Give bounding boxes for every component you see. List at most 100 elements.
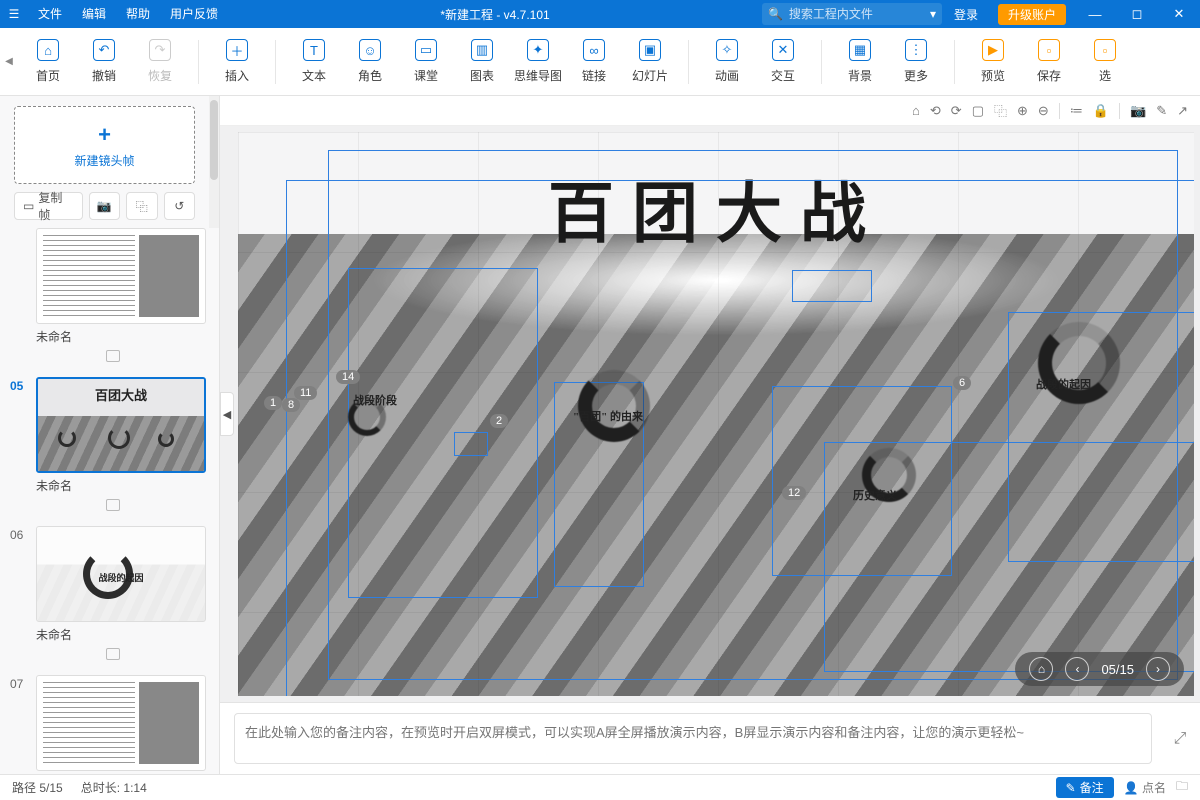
canvas-tool-icon[interactable]: ≔ — [1070, 103, 1083, 119]
sequence-badge[interactable]: 14 — [336, 370, 360, 384]
canvas-tool-icon[interactable]: ✎ — [1156, 103, 1167, 119]
notes-panel: ⤢ — [220, 702, 1200, 774]
ribbon-角色[interactable]: ☺角色 — [342, 32, 398, 92]
pager-prev-button[interactable]: ‹ — [1065, 657, 1089, 681]
new-frame-button[interactable]: + 新建镜头帧 — [14, 106, 195, 184]
canvas-node[interactable]: 战段阶段 — [353, 392, 397, 408]
menu-帮助[interactable]: 帮助 — [116, 0, 160, 28]
ribbon-预览[interactable]: ▶预览 — [965, 32, 1021, 92]
动画-icon: ✧ — [716, 39, 738, 61]
login-link[interactable]: 登录 — [942, 6, 990, 23]
new-frame-label: 新建镜头帧 — [74, 152, 134, 169]
ribbon-撤销[interactable]: ↶撤销 — [76, 32, 132, 92]
canvas-tool-icon[interactable]: ⿻ — [994, 101, 1007, 120]
ribbon-幻灯片[interactable]: ▣幻灯片 — [622, 32, 678, 92]
canvas-node[interactable]: 历史意义 — [853, 487, 897, 503]
editor-canvas[interactable]: ◀ 百团大战 — [220, 126, 1200, 702]
ribbon-交互[interactable]: ✕交互 — [755, 32, 811, 92]
ribbon-图表[interactable]: ▥图表 — [454, 32, 510, 92]
ribbon-toolbar: ◀ ⌂首页↶撤销↷恢复 ＋插入 T文本☺角色▭课堂▥图表✦思维导图∞链接▣幻灯片 ✧动… — [0, 28, 1200, 96]
ribbon-链接[interactable]: ∞链接 — [566, 32, 622, 92]
roll-call-button[interactable]: 👤 点名 — [1124, 779, 1166, 796]
canvas-tool-icon[interactable]: ↗ — [1177, 103, 1188, 119]
slide-thumbnail[interactable]: 未命名 — [10, 228, 215, 371]
恢复-icon: ↷ — [149, 39, 171, 61]
sequence-badge[interactable]: 2 — [490, 414, 508, 428]
ribbon-背景[interactable]: ▦背景 — [832, 32, 888, 92]
角色-icon: ☺ — [359, 39, 381, 61]
canvas-tool-icon[interactable]: 🔒 — [1093, 103, 1109, 119]
menu-文件[interactable]: 文件 — [28, 0, 72, 28]
search-input[interactable] — [789, 7, 924, 21]
upgrade-button[interactable]: 升级账户 — [998, 4, 1066, 25]
插入-icon: ＋ — [226, 39, 248, 61]
notes-input[interactable] — [234, 713, 1152, 764]
duration-value: 1:14 — [123, 781, 146, 795]
menu-编辑[interactable]: 编辑 — [72, 0, 116, 28]
path-label: 路径 — [12, 779, 36, 796]
canvas-tool-icon[interactable]: ⌂ — [912, 103, 920, 118]
slide-thumbnail[interactable]: 07 — [10, 675, 215, 774]
幻灯片-icon: ▣ — [639, 39, 661, 61]
notes-tab[interactable]: ✎ 备注 — [1056, 777, 1114, 798]
menu-用户反馈[interactable]: 用户反馈 — [160, 0, 228, 28]
撤销-icon: ↶ — [93, 39, 115, 61]
canvas-node[interactable]: "百团" 的由来 — [573, 408, 643, 424]
ribbon-恢复[interactable]: ↷恢复 — [132, 32, 188, 92]
ribbon-首页[interactable]: ⌂首页 — [20, 32, 76, 92]
ribbon-选[interactable]: ▫选 — [1077, 32, 1133, 92]
canvas-tool-icon[interactable]: ⟳ — [951, 103, 962, 119]
canvas-node[interactable]: 战段的起因 — [1036, 376, 1091, 392]
ribbon-保存[interactable]: ▫保存 — [1021, 32, 1077, 92]
close-button[interactable]: ✕ — [1158, 6, 1200, 22]
ribbon-更多[interactable]: ⋮更多 — [888, 32, 944, 92]
ribbon-插入[interactable]: ＋插入 — [209, 32, 265, 92]
collapse-sidebar-button[interactable]: ◀ — [220, 392, 234, 436]
window-title: *新建工程 - v4.7.101 — [228, 6, 762, 23]
sync-button[interactable]: ↺ — [164, 192, 196, 220]
app-logo-icon: ☰ — [0, 7, 28, 21]
思维导图-icon: ✦ — [527, 39, 549, 61]
slide-thumbnail[interactable]: 06战段的起因未命名 — [10, 526, 215, 669]
duration-label: 总时长: — [81, 779, 120, 796]
search-box[interactable]: 🔍 ▾ — [762, 3, 942, 25]
更多-icon: ⋮ — [905, 39, 927, 61]
保存-icon: ▫ — [1038, 39, 1060, 61]
status-bar: 路径 5/15 总时长: 1:14 ✎ 备注 👤 点名 🗀 — [0, 774, 1200, 800]
pager-home-button[interactable]: ⌂ — [1029, 657, 1053, 681]
sidebar-scrollbar[interactable] — [209, 96, 219, 228]
slide-thumbnail[interactable]: 05百团大战未命名 — [10, 377, 215, 520]
canvas-tool-icon[interactable]: ▢ — [972, 103, 984, 119]
maximize-button[interactable]: ◻ — [1116, 6, 1158, 22]
ribbon-思维导图[interactable]: ✦思维导图 — [510, 32, 566, 92]
titlebar: ☰ 文件编辑帮助用户反馈 *新建工程 - v4.7.101 🔍 ▾ 登录 升级账… — [0, 0, 1200, 28]
首页-icon: ⌂ — [37, 39, 59, 61]
sequence-badge[interactable]: 11 — [294, 386, 317, 400]
status-folder-icon[interactable]: 🗀 — [1176, 777, 1188, 798]
canvas-tool-icon[interactable]: 📷 — [1130, 103, 1146, 119]
sequence-badge[interactable]: 6 — [953, 376, 971, 390]
ribbon-课堂[interactable]: ▭课堂 — [398, 32, 454, 92]
search-icon: 🔍 — [768, 7, 783, 21]
copy-frame-button[interactable]: ▭ 复制帧 — [14, 192, 83, 220]
交互-icon: ✕ — [772, 39, 794, 61]
camera-button[interactable]: 📷 — [89, 192, 121, 220]
ribbon-动画[interactable]: ✧动画 — [699, 32, 755, 92]
ribbon-scroll-left[interactable]: ◀ — [4, 56, 14, 67]
选-icon: ▫ — [1094, 39, 1116, 61]
notes-expand-button[interactable]: ⤢ — [1160, 703, 1200, 774]
ribbon-文本[interactable]: T文本 — [286, 32, 342, 92]
canvas-tool-icon[interactable]: ⊕ — [1017, 103, 1028, 119]
pager-next-button[interactable]: › — [1146, 657, 1170, 681]
课堂-icon: ▭ — [415, 39, 437, 61]
sequence-badge[interactable]: 12 — [782, 486, 806, 500]
canvas-tool-icon[interactable]: ⊖ — [1038, 103, 1049, 119]
qr-button[interactable]: ⿻ — [126, 192, 158, 220]
sequence-badge[interactable]: 1 — [264, 396, 282, 410]
sequence-badge[interactable]: 8 — [282, 398, 300, 412]
main-menu: 文件编辑帮助用户反馈 — [28, 0, 228, 28]
minimize-button[interactable]: — — [1074, 7, 1116, 22]
预览-icon: ▶ — [982, 39, 1004, 61]
canvas-tool-icon[interactable]: ⟲ — [930, 103, 941, 119]
chevron-down-icon[interactable]: ▾ — [930, 7, 936, 21]
